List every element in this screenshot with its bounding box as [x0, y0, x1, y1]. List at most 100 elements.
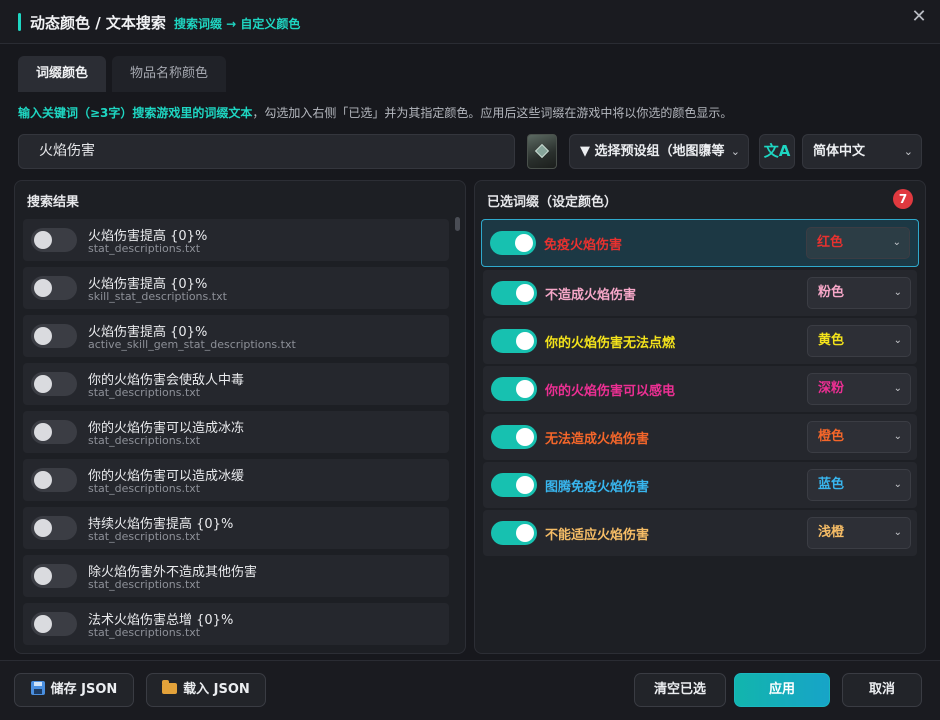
result-source-file: stat_descriptions.txt [88, 530, 201, 543]
search-result-row[interactable]: 火焰伤害提高 {0}% active_skill_gem_stat_descrip… [23, 315, 449, 357]
search-result-row[interactable]: 火焰伤害提高 {0}% skill_stat_descriptions.txt [23, 267, 449, 309]
chevron-down-icon: ⌄ [892, 237, 901, 248]
search-result-row[interactable]: 你的火焰伤害可以造成冰冻 stat_descriptions.txt [23, 411, 449, 453]
toggle-switch[interactable] [31, 468, 77, 492]
search-result-row[interactable]: 持续火焰伤害提高 {0}% stat_descriptions.txt [23, 507, 449, 549]
tab-affix-colors[interactable]: 词缀颜色 [18, 56, 106, 92]
color-select-label: 红色 [817, 235, 844, 250]
search-result-row[interactable]: 火焰伤害提高 {0}% stat_descriptions.txt [23, 219, 449, 261]
toggle-switch[interactable] [491, 425, 537, 449]
toggle-switch[interactable] [31, 372, 77, 396]
toggle-switch[interactable] [31, 516, 77, 540]
instructions-text: 输入关键词（≥3字）搜索游戏里的词缀文本，勾选加入右侧「已选」并为其指定颜色。应… [18, 104, 732, 121]
title-bar: 动态颜色 / 文本搜索 搜索词缀 → 自定义颜色 ✕ [0, 0, 940, 44]
toggle-knob [516, 524, 534, 542]
selected-affix-row[interactable]: 你的火焰伤害可以感电 深粉 ⌄ [483, 366, 917, 412]
close-icon[interactable]: ✕ [908, 6, 930, 28]
color-select[interactable]: 橙色 ⌄ [807, 421, 911, 453]
load-json-label: 载入 JSON [183, 682, 250, 697]
result-source-file: stat_descriptions.txt [88, 578, 201, 591]
load-json-button[interactable]: 载入 JSON [146, 673, 266, 707]
selected-count-badge: 7 [893, 189, 913, 209]
toggle-knob [34, 279, 52, 297]
color-select[interactable]: 粉色 ⌄ [807, 277, 911, 309]
result-source-file: stat_descriptions.txt [88, 434, 201, 447]
color-select-label: 蓝色 [818, 477, 845, 492]
selected-affix-row[interactable]: 你的火焰伤害无法点燃 黄色 ⌄ [483, 318, 917, 364]
preset-group-label: ▼ 选择预设组（地图隳等 [580, 144, 725, 159]
toggle-switch[interactable] [490, 231, 536, 255]
results-scrollbar[interactable] [455, 215, 460, 651]
selected-affix-row[interactable]: 免疫火焰伤害 红色 ⌄ [481, 219, 919, 267]
color-select[interactable]: 深粉 ⌄ [807, 373, 911, 405]
title-accent-bar [18, 13, 21, 31]
toggle-switch[interactable] [31, 612, 77, 636]
selected-affix-text: 你的火焰伤害可以感电 [545, 384, 676, 399]
floppy-disk-icon [30, 681, 45, 695]
toggle-knob [34, 471, 52, 489]
gem-icon [534, 143, 550, 159]
apply-button[interactable]: 应用 [734, 673, 830, 707]
toggle-switch[interactable] [491, 377, 537, 401]
toggle-switch[interactable] [491, 521, 537, 545]
toggle-switch[interactable] [31, 420, 77, 444]
selected-affix-text: 图腾免疫火焰伤害 [545, 480, 650, 495]
selected-affix-text: 免疫火焰伤害 [544, 238, 623, 253]
result-source-file: active_skill_gem_stat_descriptions.txt [88, 338, 296, 351]
toggle-switch[interactable] [491, 329, 537, 353]
toggle-switch[interactable] [491, 281, 537, 305]
selected-affix-text: 不造成火焰伤害 [545, 288, 637, 303]
map-device-icon[interactable] [527, 134, 557, 169]
toggle-knob [516, 380, 534, 398]
toggle-switch[interactable] [31, 564, 77, 588]
toggle-switch[interactable] [31, 324, 77, 348]
color-select[interactable]: 黄色 ⌄ [807, 325, 911, 357]
color-select-label: 橙色 [818, 429, 845, 444]
selected-affixes-title: 已选词缀（设定颜色） [487, 195, 618, 210]
save-json-button[interactable]: 储存 JSON [14, 673, 134, 707]
chevron-down-icon: ⌄ [903, 145, 913, 158]
translate-icon[interactable]: 文A [759, 134, 795, 169]
color-select[interactable]: 红色 ⌄ [806, 227, 910, 259]
scrollbar-thumb[interactable] [455, 217, 460, 231]
result-source-file: stat_descriptions.txt [88, 242, 201, 255]
preset-group-select[interactable]: ▼ 选择预设组（地图隳等 ⌄ [569, 134, 749, 169]
toggle-switch[interactable] [491, 473, 537, 497]
toggle-knob [515, 234, 533, 252]
color-select[interactable]: 浅橙 ⌄ [807, 517, 911, 549]
selected-affix-row[interactable]: 不能适应火焰伤害 浅橙 ⌄ [483, 510, 917, 556]
color-select-label: 黄色 [818, 333, 845, 348]
result-source-file: stat_descriptions.txt [88, 626, 201, 639]
selected-affix-row[interactable]: 无法造成火焰伤害 橙色 ⌄ [483, 414, 917, 460]
language-label: 简体中文 [813, 144, 866, 159]
search-result-row[interactable]: 法术火焰伤害总增 {0}% stat_descriptions.txt [23, 603, 449, 645]
folder-icon [162, 680, 178, 694]
toggle-knob [34, 375, 52, 393]
toggle-knob [516, 428, 534, 446]
tab-item-name-colors[interactable]: 物品名称颜色 [112, 56, 226, 92]
window-title: 动态颜色 / 文本搜索 [30, 14, 166, 32]
search-result-row[interactable]: 除火焰伤害外不造成其他伤害 stat_descriptions.txt [23, 555, 449, 597]
clear-selected-button[interactable]: 清空已选 [634, 673, 726, 707]
cancel-button[interactable]: 取消 [842, 673, 922, 707]
toggle-switch[interactable] [31, 276, 77, 300]
language-select[interactable]: 简体中文 ⌄ [802, 134, 922, 169]
chevron-down-icon: ⌄ [893, 287, 902, 298]
toggle-knob [34, 327, 52, 345]
selected-affix-row[interactable]: 不造成火焰伤害 粉色 ⌄ [483, 270, 917, 316]
search-input[interactable]: 火焰伤害 [18, 134, 515, 169]
selected-affix-text: 你的火焰伤害无法点燃 [545, 336, 676, 351]
toggle-knob [34, 615, 52, 633]
search-results-panel: 搜索结果 火焰伤害提高 {0}% stat_descriptions.txt 火焰伤… [14, 180, 466, 654]
toggle-knob [516, 476, 534, 494]
instructions-rest: ，勾选加入右侧「已选」并为其指定颜色。应用后这些词缀在游戏中将以你选的颜色显示。 [252, 106, 733, 120]
color-select[interactable]: 蓝色 ⌄ [807, 469, 911, 501]
search-result-row[interactable]: 你的火焰伤害可以造成冰缓 stat_descriptions.txt [23, 459, 449, 501]
chevron-down-icon: ⌄ [730, 145, 740, 158]
result-source-file: stat_descriptions.txt [88, 482, 201, 495]
search-result-row[interactable]: 你的火焰伤害会使敌人中毒 stat_descriptions.txt [23, 363, 449, 405]
selected-affix-row[interactable]: 图腾免疫火焰伤害 蓝色 ⌄ [483, 462, 917, 508]
chevron-down-icon: ⌄ [893, 431, 902, 442]
toggle-switch[interactable] [31, 228, 77, 252]
toggle-knob [34, 231, 52, 249]
